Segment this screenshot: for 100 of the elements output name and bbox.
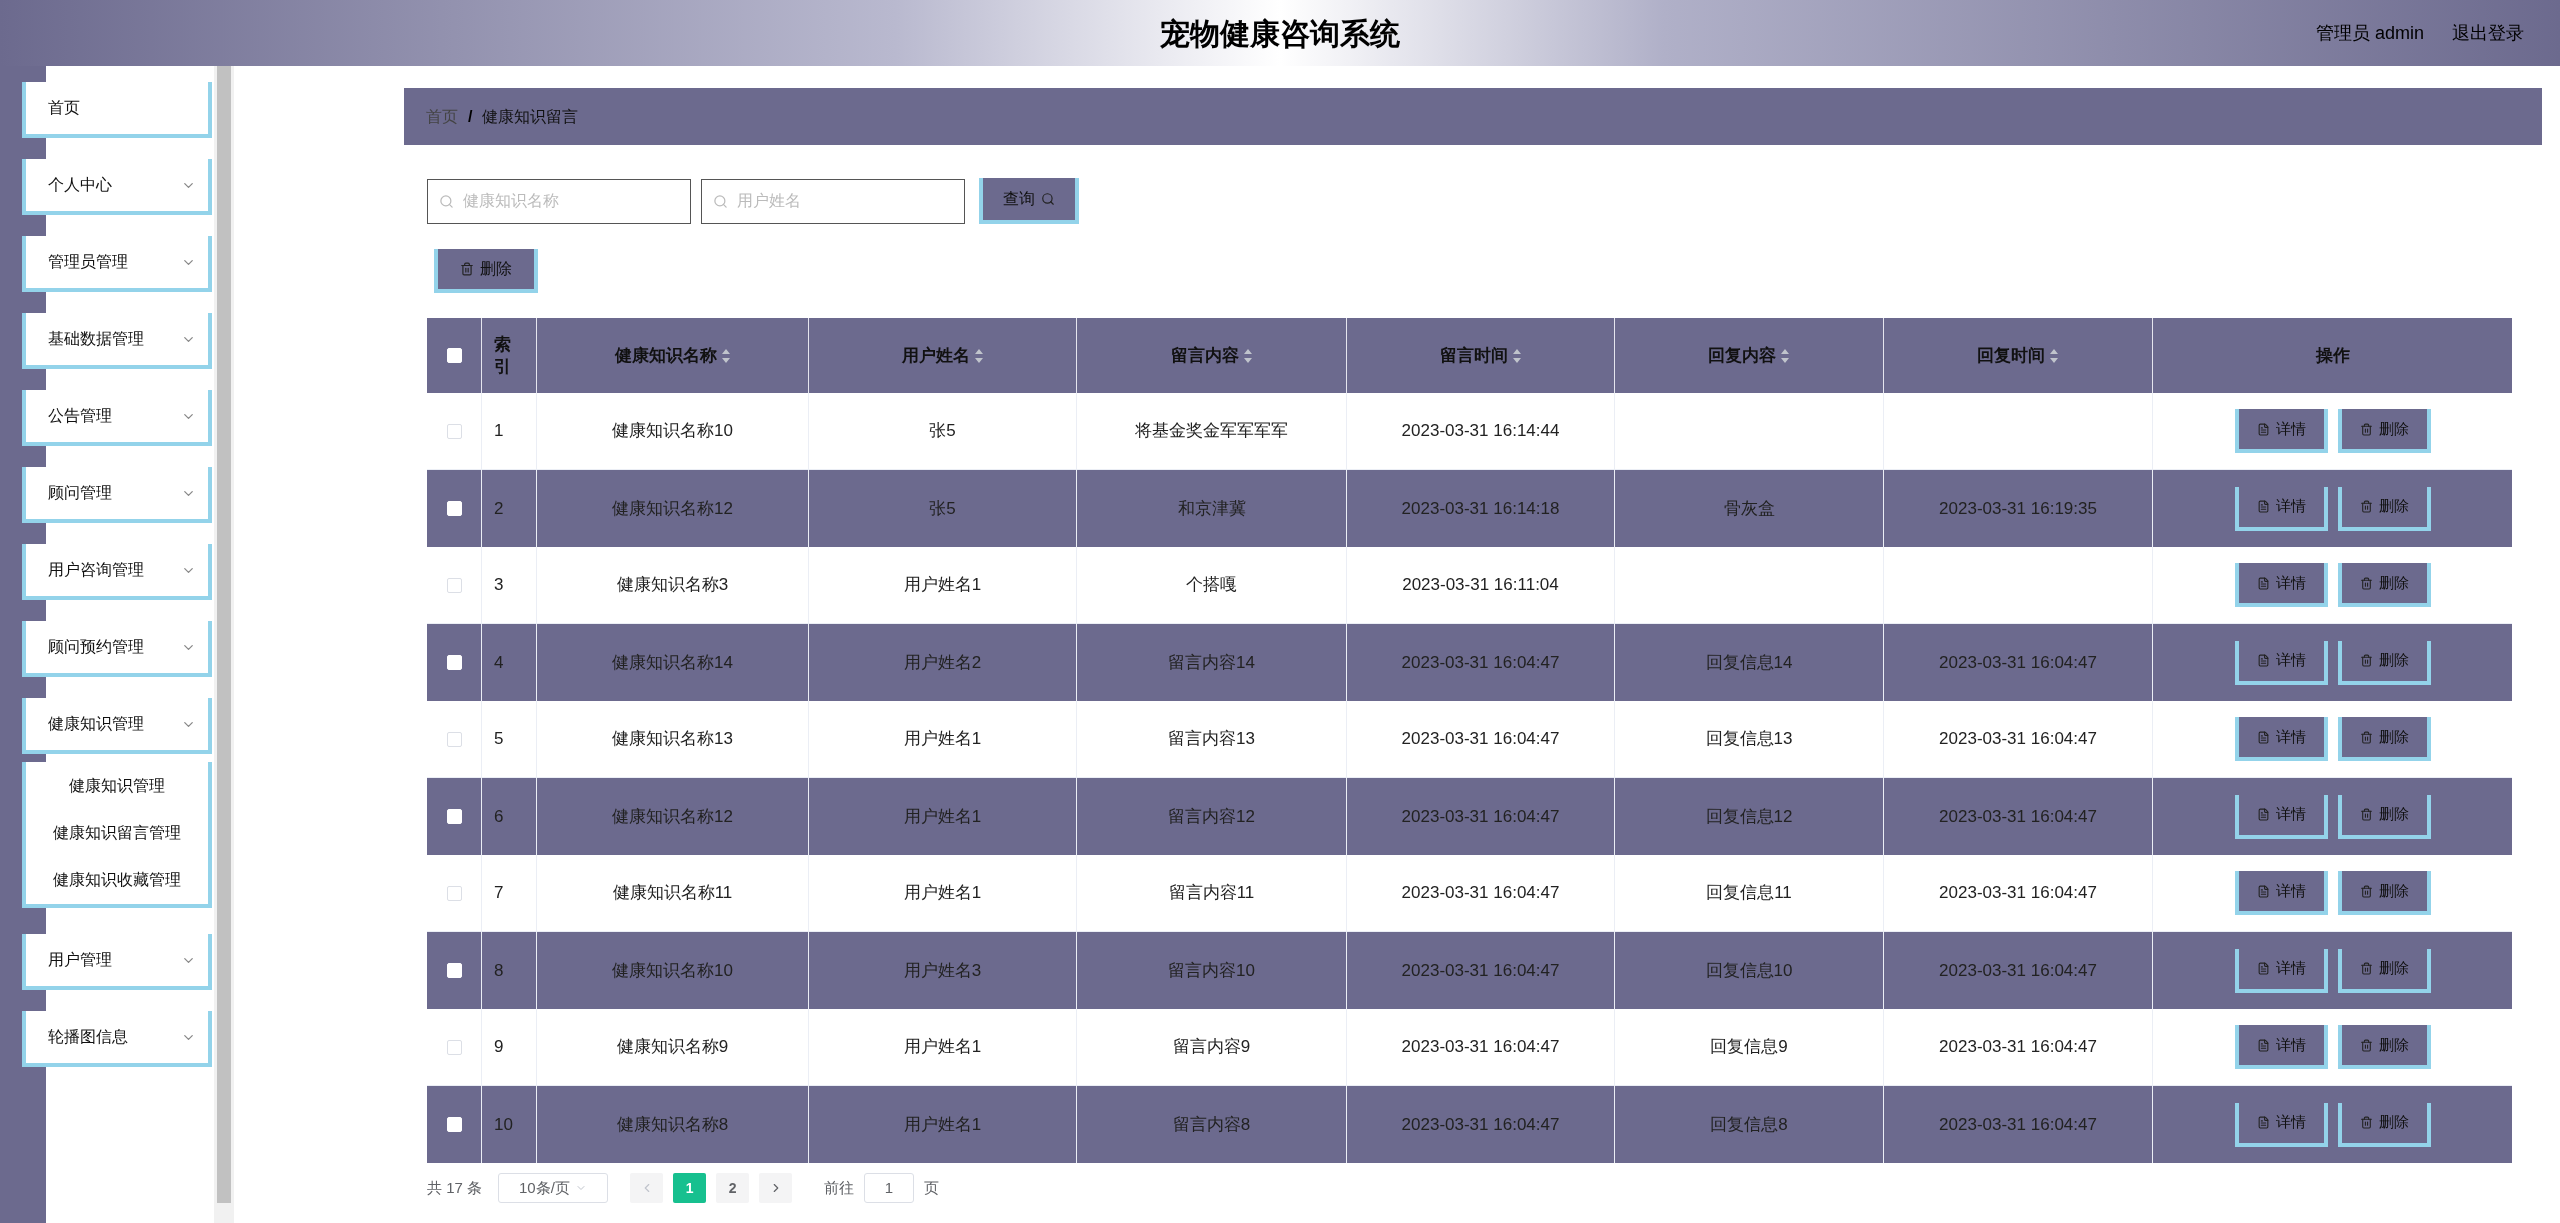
app-title: 宠物健康咨询系统 [1160,15,1400,52]
column-header[interactable]: 用户姓名 [901,342,970,369]
column-header[interactable]: 回复内容 [1708,342,1776,369]
search-field[interactable]: 健康知识名称 [427,178,691,224]
table-cell-text: 留言内容10 [1168,959,1255,982]
delete-button[interactable]: 删除 [2337,1102,2431,1147]
table-cell-text: 健康知识名称8 [616,1113,729,1136]
goto-suffix: 页 [924,1177,940,1198]
column-header[interactable]: 留言时间 [1439,342,1508,369]
sidebar-item[interactable]: 健康知识管理 [22,698,212,754]
page-button[interactable]: 1 [673,1173,707,1203]
delete-button[interactable]: 删除 [2337,486,2431,531]
checkbox[interactable] [446,577,462,593]
column-header: 索引 [494,334,512,377]
table-cell-text: 用户姓名2 [903,651,982,674]
delete-button[interactable]: 删除 [2337,563,2431,607]
submenu-item[interactable]: 健康知识收藏管理 [22,856,212,908]
checkbox[interactable] [446,731,462,747]
document-icon [2256,500,2270,513]
column-header[interactable]: 回复时间 [1977,342,2045,369]
sidebar-item[interactable]: 用户管理 [22,934,212,990]
delete-button[interactable]: 删除 [2337,409,2431,453]
table-cell-text: 2023-03-31 16:04:47 [1401,728,1560,751]
table-cell-text: 张5 [929,497,956,520]
table-cell-text: 骨灰盒 [1723,497,1775,520]
details-button[interactable]: 详情 [2234,871,2328,915]
table-cell-text: 2023-03-31 16:04:47 [1939,805,2097,828]
sort-icon[interactable] [1242,347,1253,364]
sidebar-item[interactable]: 轮播图信息 [22,1011,212,1067]
delete-button[interactable]: 删除 [2337,948,2431,993]
details-button[interactable]: 详情 [2234,486,2328,531]
table-cell-text: 用户姓名1 [903,1113,982,1136]
table-cell-text: 健康知识名称11 [612,882,733,905]
table-cell-text: 1 [494,420,504,443]
sidebar-item[interactable]: 基础数据管理 [22,313,212,369]
sidebar-item[interactable]: 公告管理 [22,390,212,446]
details-button[interactable]: 详情 [2234,1025,2328,1069]
sort-icon[interactable] [1780,347,1790,364]
details-button[interactable]: 详情 [2234,794,2328,839]
document-icon [2256,884,2270,898]
sidebar-item[interactable]: 个人中心 [22,159,212,215]
page-button[interactable]: 2 [716,1173,750,1203]
checkbox[interactable] [446,885,462,901]
table-cell-text: 回复信息10 [1705,959,1793,982]
search-field[interactable]: 用户姓名 [701,178,965,224]
checkbox[interactable] [446,423,462,439]
trash-icon [2359,962,2373,975]
column-header[interactable]: 留言内容 [1170,342,1239,369]
sidebar-item[interactable]: 首页 [22,82,212,138]
table-cell-text: 6 [494,805,504,828]
document-icon [2256,422,2270,436]
details-button[interactable]: 详情 [2234,1102,2328,1147]
scrollbar-thumb[interactable] [217,66,231,1203]
sidebar-item[interactable]: 顾问管理 [22,467,212,523]
delete-button[interactable]: 删除 [2337,871,2431,915]
delete-button[interactable]: 删除 [2337,717,2431,761]
sort-icon[interactable] [973,347,984,364]
delete-button[interactable]: 删除 [2337,794,2431,839]
table-cell-text: 留言内容12 [1168,805,1255,828]
delete-button[interactable]: 删除 [434,249,538,293]
search-icon [713,193,728,209]
trash-icon [2359,884,2373,898]
table-cell-text: 2023-03-31 16:04:47 [1939,882,2097,905]
sidebar-item[interactable]: 管理员管理 [22,236,212,292]
table-cell-text: 3 [494,574,504,597]
sort-icon[interactable] [1511,347,1522,364]
page-size-select[interactable]: 10条/页 [498,1173,609,1203]
table-cell-text: 2023-03-31 16:04:47 [1401,805,1560,828]
table-cell-text: 健康知识名称9 [616,1036,729,1059]
breadcrumb-item[interactable]: 首页 [426,104,458,129]
trash-icon [2359,576,2373,590]
document-icon [2256,1038,2270,1052]
details-button[interactable]: 详情 [2234,948,2328,993]
table-cell-text: 用户姓名1 [903,882,982,905]
sort-icon[interactable] [2049,347,2059,364]
column-header[interactable]: 健康知识名称 [614,342,717,369]
sort-icon[interactable] [720,347,731,364]
document-icon [2256,730,2270,744]
sidebar-item[interactable]: 用户咨询管理 [22,544,212,600]
details-button[interactable]: 详情 [2234,409,2328,453]
table-cell-text: 健康知识名称12 [612,805,733,828]
search-button[interactable]: 查询 [979,178,1079,224]
checkbox[interactable] [446,1039,462,1055]
table-cell-text: 4 [494,651,504,674]
details-button[interactable]: 详情 [2234,640,2328,685]
table-cell-text: 9 [494,1036,504,1059]
table-cell-text: 8 [494,959,504,982]
table-cell-text: 留言内容14 [1168,651,1255,674]
table-cell-text: 回复信息14 [1705,651,1793,674]
trash-icon [2359,1116,2373,1129]
details-button[interactable]: 详情 [2234,717,2328,761]
sidebar-item[interactable]: 顾问预约管理 [22,621,212,677]
details-button[interactable]: 详情 [2234,563,2328,607]
goto-page-field[interactable]: 1 [864,1173,915,1203]
delete-button[interactable]: 删除 [2337,640,2431,685]
table-cell-text: 10 [494,1113,513,1136]
delete-button[interactable]: 删除 [2337,1025,2431,1069]
logout-link[interactable]: 退出登录 [2452,19,2524,47]
search-icon [1041,192,1055,206]
table-cell-text: 7 [494,882,504,905]
